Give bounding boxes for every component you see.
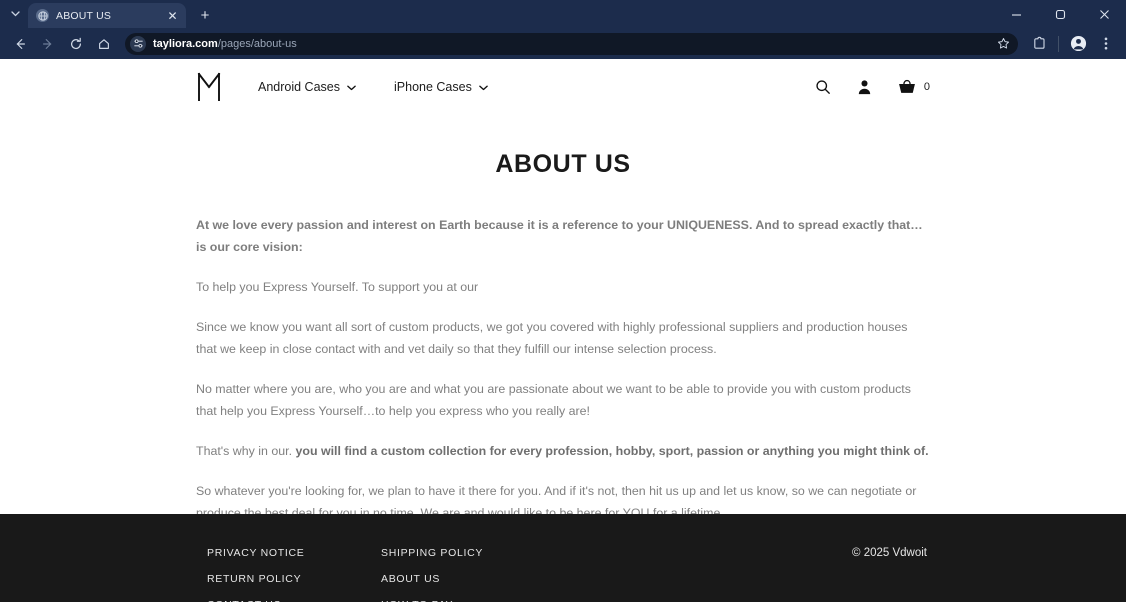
forward-icon[interactable] <box>35 31 61 57</box>
user-icon[interactable] <box>857 79 872 95</box>
tab-title: ABOUT US <box>56 9 112 22</box>
close-icon[interactable]: ✕ <box>165 8 180 23</box>
page-title: ABOUT US <box>495 150 631 178</box>
star-icon[interactable] <box>997 37 1010 50</box>
close-window-icon[interactable] <box>1082 0 1126 28</box>
main-nav: Android Cases iPhone Cases <box>258 80 488 94</box>
nav-item-iphone-cases[interactable]: iPhone Cases <box>394 80 488 94</box>
tab-search-button[interactable] <box>2 2 28 26</box>
page-viewport: Android Cases iPhone Cases 0 ABOUT US At… <box>0 59 1126 602</box>
toolbar-divider <box>1058 35 1059 52</box>
paragraph-lead: That's why in our. <box>196 444 296 458</box>
tayliora-m-logo[interactable] <box>196 72 222 102</box>
globe-icon <box>36 9 49 22</box>
reload-icon[interactable] <box>63 31 89 57</box>
back-icon[interactable] <box>7 31 33 57</box>
nav-item-label: iPhone Cases <box>394 80 472 94</box>
paragraph-emphasis: you will find a custom collection for ev… <box>295 444 929 458</box>
header-actions: 0 <box>815 79 930 95</box>
cart[interactable]: 0 <box>898 79 930 95</box>
three-dot-menu-icon[interactable] <box>1093 31 1119 57</box>
url-host: tayliora.com <box>153 37 218 50</box>
account-icon[interactable] <box>1065 31 1091 57</box>
cart-count: 0 <box>923 81 930 93</box>
about-paragraph: At we love every passion and interest on… <box>196 218 923 254</box>
basket-icon[interactable] <box>898 79 916 95</box>
copyright-text: © 2025 Vdwoit <box>852 547 927 559</box>
new-tab-button[interactable]: + <box>192 3 218 27</box>
search-icon[interactable] <box>815 79 831 95</box>
footer-link-about-us[interactable]: ABOUT US <box>381 573 681 585</box>
browser-toolbar: tayliora.com/pages/about-us <box>0 28 1126 59</box>
home-icon[interactable] <box>91 31 117 57</box>
footer-link-return-policy[interactable]: RETURN POLICY <box>207 573 381 585</box>
url-path: /pages/about-us <box>217 37 297 50</box>
url-text: tayliora.com/pages/about-us <box>153 38 297 50</box>
about-paragraph: To help you Express Yourself. To support… <box>196 280 479 294</box>
site-footer: PRIVACY NOTICE RETURN POLICY CONTACT US … <box>0 514 1126 602</box>
minimize-icon[interactable] <box>994 0 1038 28</box>
footer-column-primary: PRIVACY NOTICE RETURN POLICY CONTACT US … <box>207 547 381 602</box>
window-controls <box>994 0 1126 28</box>
maximize-icon[interactable] <box>1038 0 1082 28</box>
chevron-down-icon <box>347 80 356 94</box>
address-bar[interactable]: tayliora.com/pages/about-us <box>125 32 1018 55</box>
tab-strip: ABOUT US ✕ + <box>0 0 1126 28</box>
main-content: ABOUT US At we love every passion and in… <box>0 150 1126 564</box>
footer-link-shipping-policy[interactable]: SHIPPING POLICY <box>381 547 681 559</box>
about-paragraph: No matter where you are, who you are and… <box>196 382 911 418</box>
browser-chrome: ABOUT US ✕ + tayliora.com/pages/about-us <box>0 0 1126 59</box>
chevron-down-icon <box>479 80 488 94</box>
nav-item-label: Android Cases <box>258 80 340 94</box>
footer-link-privacy-notice[interactable]: PRIVACY NOTICE <box>207 547 381 559</box>
footer-column-secondary: SHIPPING POLICY ABOUT US HOW TO PAY <box>381 547 681 602</box>
browser-tab[interactable]: ABOUT US ✕ <box>28 3 186 28</box>
about-paragraph: That's why in our. you will find a custo… <box>196 440 930 462</box>
site-header: Android Cases iPhone Cases 0 <box>0 59 1126 115</box>
nav-item-android-cases[interactable]: Android Cases <box>258 80 356 94</box>
about-paragraph: Since we know you want all sort of custo… <box>196 320 908 356</box>
tune-icon[interactable] <box>130 35 146 52</box>
extensions-icon[interactable] <box>1026 31 1052 57</box>
